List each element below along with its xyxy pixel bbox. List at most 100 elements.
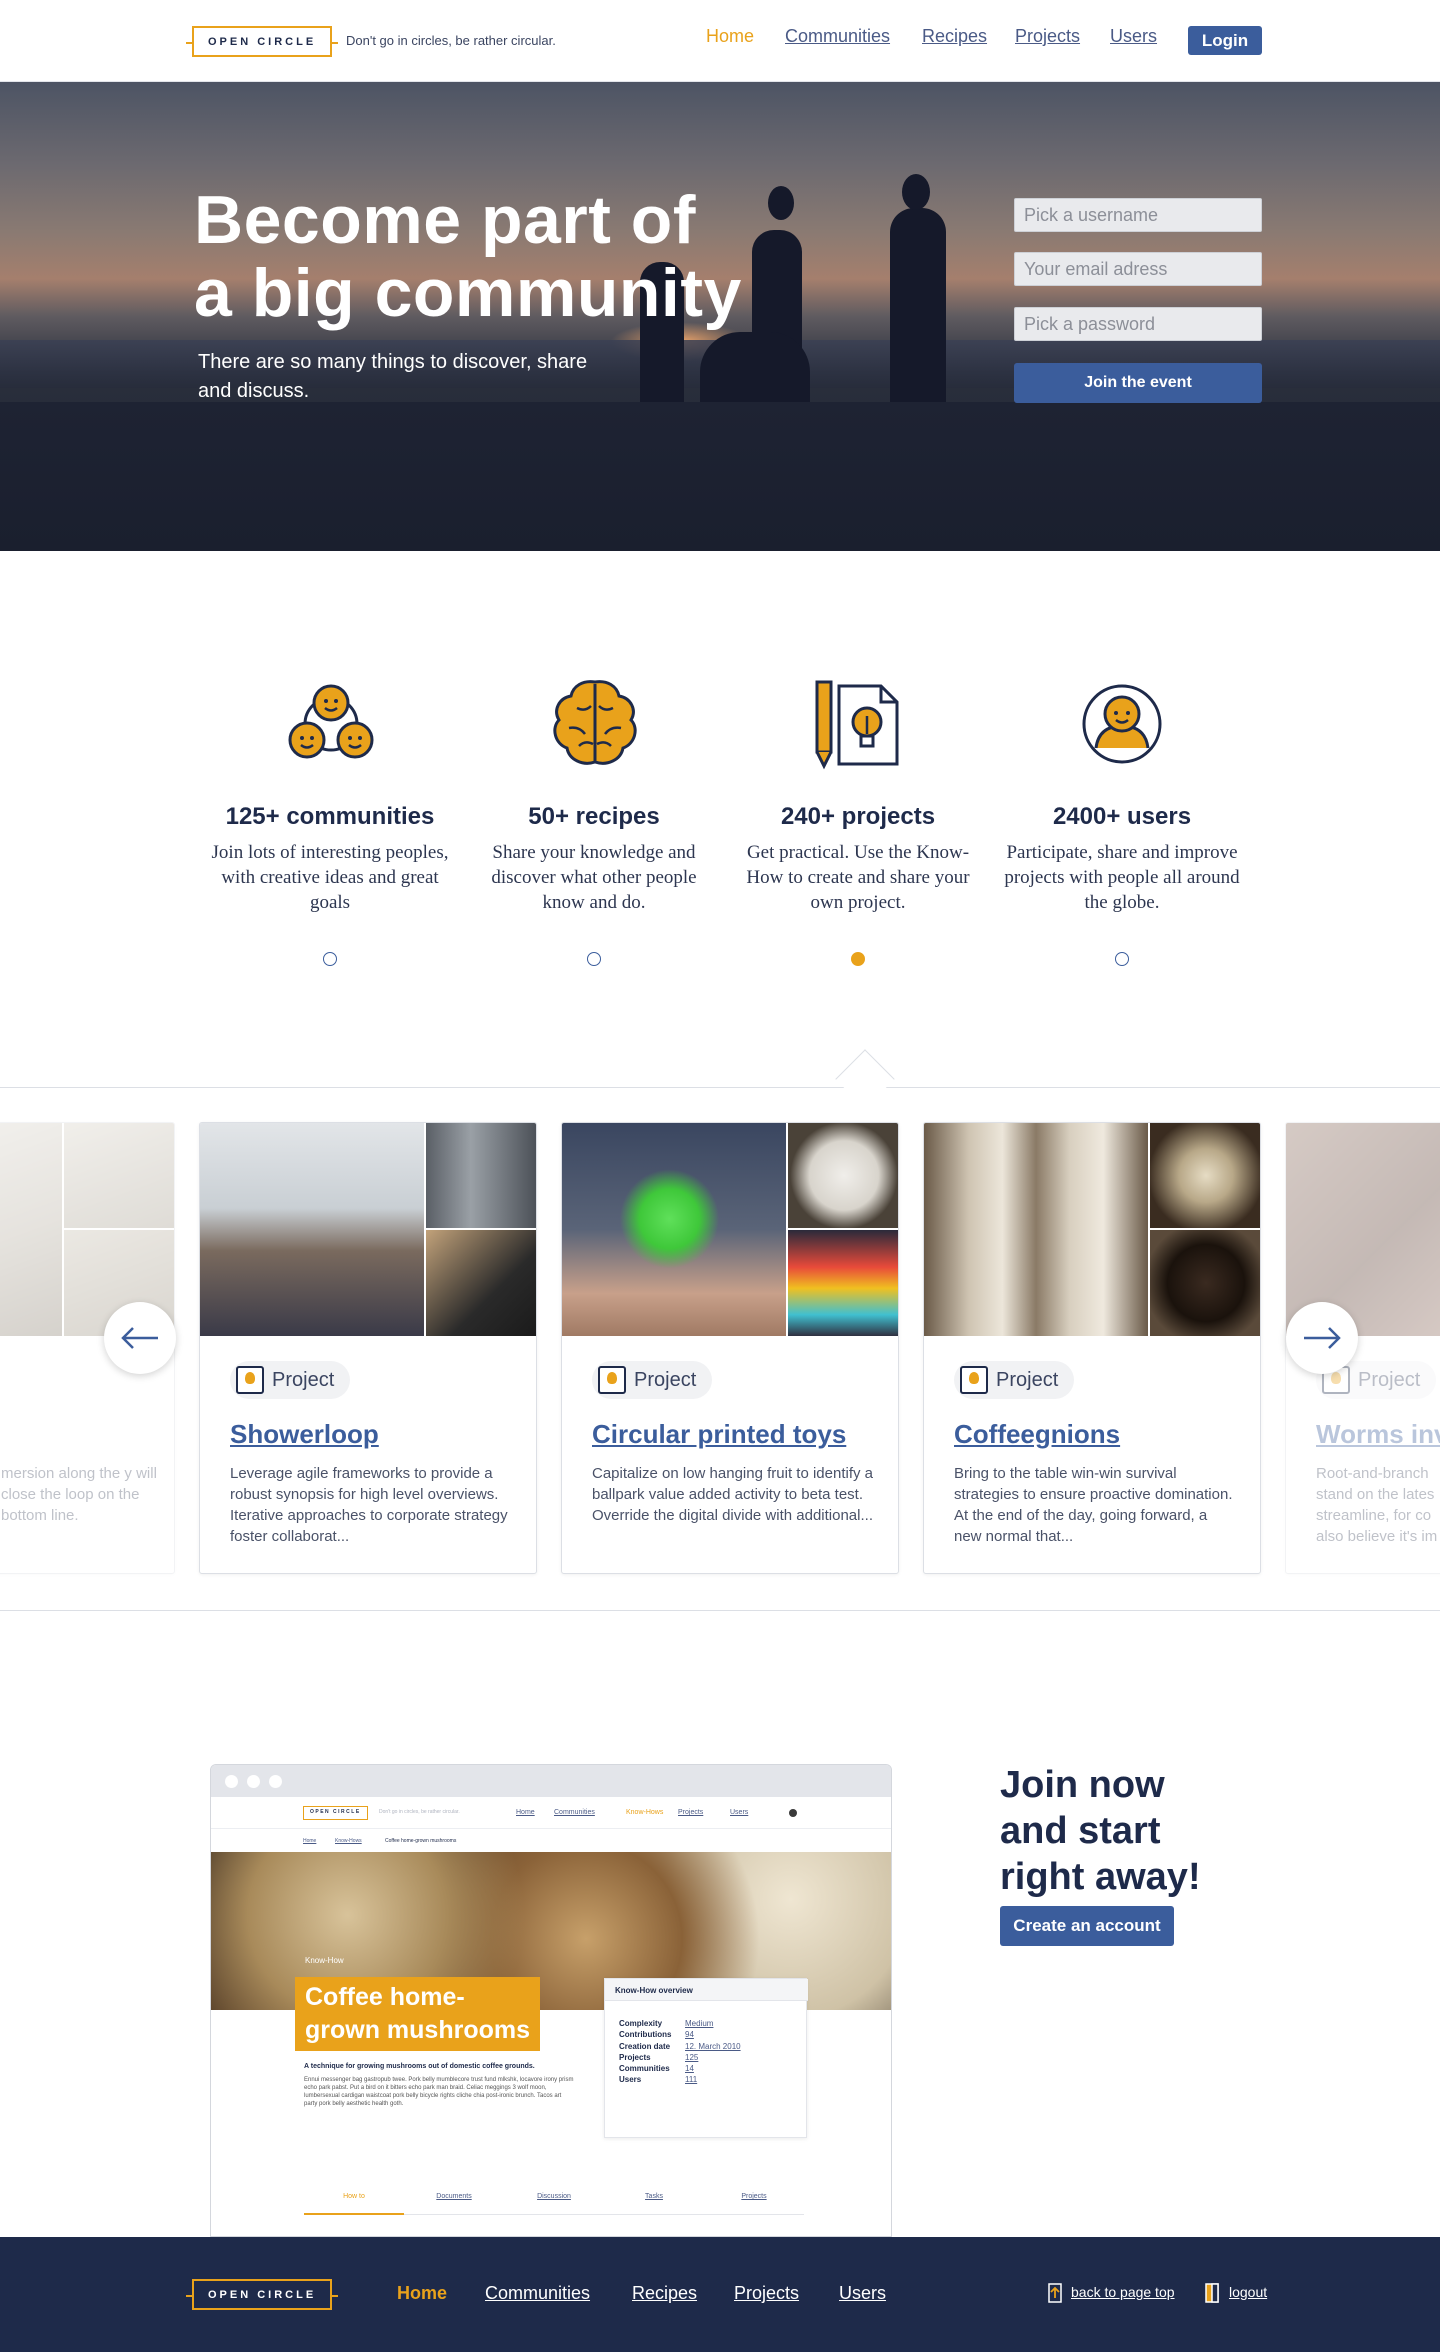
- mock-row-value: 94: [685, 2030, 694, 2039]
- stat-description: Participate, share and improve projects …: [1004, 842, 1240, 913]
- card-tag-label: Project: [996, 1368, 1059, 1391]
- stat-description: Share your knowledge and discover what o…: [491, 842, 697, 913]
- card-tag-label: Project: [1358, 1368, 1421, 1391]
- email-input[interactable]: [1014, 252, 1262, 286]
- card-image: [200, 1123, 424, 1336]
- mock-row-label: Communities: [619, 2064, 670, 2073]
- card-image: [1150, 1123, 1260, 1228]
- divider: [0, 1610, 1440, 1611]
- brain-icon: [553, 680, 637, 765]
- card-description: Bring to the table win-win survival stra…: [954, 1465, 1233, 1545]
- footer-logo[interactable]: OPEN CIRCLE: [185, 2279, 339, 2310]
- stat-dot[interactable]: [587, 952, 601, 966]
- card-image: [788, 1230, 898, 1336]
- divider: [0, 1087, 1440, 1088]
- site-footer: OPEN CIRCLE Home Communities Recipes Pro…: [0, 2237, 1440, 2352]
- carousel-prev-button[interactable]: [104, 1302, 176, 1374]
- silhouette-group: [700, 332, 810, 412]
- silhouette-head: [902, 174, 930, 210]
- hero-subtitle: There are so many things to discover, sh…: [198, 351, 588, 402]
- mock-row-label: Projects: [619, 2053, 651, 2062]
- communities-icon: [288, 684, 374, 759]
- stat-title: 50+ recipes: [528, 803, 660, 830]
- logout-icon: [1205, 2283, 1219, 2303]
- password-input[interactable]: [1014, 307, 1262, 341]
- card-description: Capitalize on low hanging fruit to ident…: [592, 1465, 874, 1524]
- mock-row-value: 111: [685, 2075, 698, 2084]
- footer-nav-projects[interactable]: Projects: [734, 2283, 799, 2304]
- project-card[interactable]: Project Showerloop Leverage agile framew…: [199, 1122, 537, 1574]
- mock-row-value: 12. March 2010: [685, 2042, 741, 2051]
- nav-communities[interactable]: Communities: [785, 26, 890, 47]
- nav-users[interactable]: Users: [1110, 26, 1157, 47]
- mock-title: Coffee home- grown mushrooms: [295, 1977, 541, 2051]
- project-tag-icon: [960, 1366, 988, 1394]
- card-image: [788, 1123, 898, 1228]
- project-card[interactable]: Project Circular printed toys Capitalize…: [561, 1122, 899, 1574]
- stat-dot[interactable]: [323, 952, 337, 966]
- stat-description: Get practical. Use the Know-How to creat…: [746, 842, 970, 913]
- pointer-caret: [835, 1049, 895, 1109]
- logout-link[interactable]: logout: [1229, 2284, 1267, 2300]
- arrow-right-icon: [1304, 1327, 1341, 1349]
- tagline: Don't go in circles, be rather circular.: [346, 33, 556, 48]
- stat-title: 125+ communities: [225, 803, 435, 830]
- hero-title: Become part of a big community: [194, 184, 742, 330]
- card-title[interactable]: Worms inv: [1316, 1419, 1440, 1450]
- mock-overview-panel: Know-How overview Complexity Medium Cont…: [604, 1978, 808, 2138]
- nav-home[interactable]: Home: [706, 26, 754, 47]
- mock-tab: Discussion: [504, 2193, 604, 2215]
- hero-title-line2: a big community: [194, 255, 742, 331]
- carousel-next-button[interactable]: [1286, 1302, 1358, 1374]
- card-title[interactable]: Showerloop: [230, 1419, 379, 1450]
- mock-tagline: Don't go in circles, be rather circular.: [379, 1809, 460, 1815]
- stat-dot-active[interactable]: [851, 952, 865, 966]
- stat-title: 2400+ users: [1052, 803, 1192, 830]
- join-event-button[interactable]: Join the event: [1014, 363, 1262, 403]
- app-preview-mockup: OPEN CIRCLE Don't go in circles, be rath…: [210, 1764, 892, 2237]
- card-tag-label: Project: [272, 1368, 335, 1391]
- browser-bar: [211, 1765, 891, 1797]
- mock-row-label: Contributions: [619, 2030, 672, 2039]
- mock-tab: Documents: [404, 2193, 504, 2215]
- mock-breadcrumb: Know-Hows: [335, 1838, 362, 1844]
- nav-recipes[interactable]: Recipes: [922, 26, 987, 47]
- project-card[interactable]: Project Coffeegnions Bring to the table …: [923, 1122, 1261, 1574]
- footer-nav-recipes[interactable]: Recipes: [632, 2283, 697, 2304]
- user-icon: [1082, 684, 1162, 764]
- stat-dot[interactable]: [1115, 952, 1129, 966]
- hero-title-line1: Become part of: [194, 182, 696, 258]
- mock-tab: Projects: [704, 2193, 804, 2215]
- card-title[interactable]: Coffeegnions: [954, 1419, 1120, 1450]
- browser-dot: [225, 1775, 238, 1788]
- mock-row-value: 125: [685, 2053, 699, 2062]
- arrow-left-icon: [121, 1327, 158, 1349]
- logo[interactable]: OPEN CIRCLE: [185, 26, 339, 57]
- card-title[interactable]: Circular printed toys: [592, 1419, 846, 1450]
- mock-breadcrumb: Coffee home-grown mushrooms: [385, 1838, 457, 1844]
- browser-dot: [269, 1775, 282, 1788]
- card-image: [1150, 1230, 1260, 1336]
- card-description: mersion along the y will close the loop …: [1, 1465, 157, 1524]
- username-input[interactable]: [1014, 198, 1262, 232]
- nav-projects[interactable]: Projects: [1015, 26, 1080, 47]
- back-to-top-link[interactable]: back to page top: [1071, 2284, 1175, 2300]
- footer-nav-users[interactable]: Users: [839, 2283, 886, 2304]
- mock-nav-item: Projects: [678, 1809, 704, 1816]
- login-button[interactable]: Login: [1188, 26, 1262, 55]
- card-tag: Project: [592, 1361, 713, 1399]
- site-header: OPEN CIRCLE Don't go in circles, be rath…: [0, 0, 1440, 82]
- footer-nav-home[interactable]: Home: [397, 2283, 447, 2304]
- mock-logo: OPEN CIRCLE: [303, 1806, 368, 1820]
- card-tag: Project: [954, 1361, 1075, 1399]
- mock-tab: How to: [304, 2193, 404, 2215]
- mock-panel-title: Know-How overview: [615, 1986, 693, 1995]
- card-image: [426, 1123, 536, 1228]
- mock-row-label: Creation date: [619, 2042, 671, 2051]
- create-account-button[interactable]: Create an account: [1000, 1906, 1174, 1946]
- footer-nav-communities[interactable]: Communities: [485, 2283, 590, 2304]
- silhouette-head: [768, 186, 794, 220]
- project-tag-icon: [236, 1366, 264, 1394]
- card-image: [426, 1230, 536, 1336]
- browser-dot: [247, 1775, 260, 1788]
